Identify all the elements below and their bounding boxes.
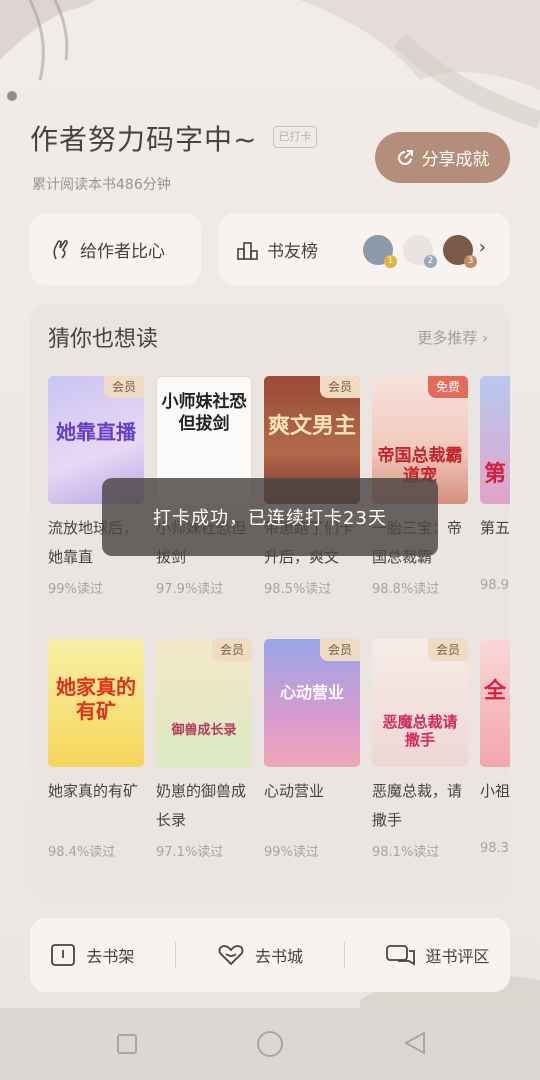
checkin-success-toast: 打卡成功，已连续打卡23天 (102, 478, 438, 556)
book-item[interactable]: 恶魔总裁请撒手 会员 恶魔总裁，请撒手 98.1%读过 (372, 639, 468, 860)
cover-title: 御兽成长录 (171, 723, 237, 738)
bookstore-label: 去书城 (254, 947, 303, 966)
book-title: 小祖了， (480, 782, 510, 800)
book-item[interactable]: 第 第五女生 98.9 (480, 376, 510, 593)
share-achievement-button[interactable]: 分享成就 (375, 132, 510, 183)
comments-label: 逛书评区 (425, 947, 490, 966)
checked-in-stamp: 已打卡 (273, 126, 317, 148)
read-percent: 99%读过 (48, 582, 103, 597)
book-title: 奶崽的御兽成长录 (156, 782, 247, 829)
avatar: 3 (443, 235, 477, 268)
recent-apps-icon[interactable] (117, 1034, 137, 1054)
go-bookshelf-button[interactable]: 去书架 (50, 943, 134, 967)
avatar: 2 (403, 235, 437, 268)
cover-title: 心动营业 (279, 683, 344, 702)
rank-number: 3 (464, 255, 477, 268)
read-percent: 97.9%读过 (156, 582, 224, 597)
vip-badge: 会员 (320, 376, 360, 398)
cover-title: 爽文男主 (267, 414, 356, 439)
read-percent: 98.4%读过 (48, 845, 116, 860)
vip-badge: 会员 (320, 639, 360, 661)
book-cover: 第 (480, 376, 510, 504)
rank-number: 1 (384, 255, 397, 268)
recommendation-panel: 猜你也想读 更多推荐 › 她靠直播 会员 流放地球后，她靠直 99%读过 小师妹… (30, 303, 510, 900)
ranking-label: 书友榜 (267, 242, 318, 262)
book-title: 她家真的有矿 (48, 782, 139, 800)
bookstore-heart-icon (218, 945, 244, 966)
book-cover: 全 (480, 639, 510, 767)
cover-title: 小师妹社恐但拔剑 (161, 392, 247, 434)
chevron-right-icon: › (478, 237, 486, 258)
cover-title: 第 (484, 462, 507, 487)
vip-badge: 会员 (428, 639, 468, 661)
back-icon[interactable] (402, 1030, 428, 1056)
book-cover: 她家真的有矿 (48, 639, 144, 767)
read-percent: 98.9 (480, 578, 509, 593)
comment-bubble-icon (385, 945, 415, 966)
rank-number: 2 (424, 255, 437, 268)
book-cover: 恶魔总裁请撒手 会员 (372, 639, 468, 767)
bottom-action-bar: 去书架 去书城 逛书评区 (30, 918, 510, 992)
chevron-right-icon: › (482, 329, 488, 347)
read-percent: 98.8%读过 (372, 582, 440, 597)
cover-title: 她家真的有矿 (56, 675, 136, 723)
read-percent: 97.1%读过 (156, 845, 224, 860)
book-item[interactable]: 全 小祖了， 98.3 (480, 639, 510, 856)
reader-ranking-button[interactable]: 书友榜 1 2 3 › (219, 213, 510, 285)
read-percent: 99%读过 (264, 845, 319, 860)
divider (175, 942, 177, 968)
avatar: 1 (363, 235, 397, 268)
bookshelf-icon (51, 944, 76, 966)
book-item[interactable]: 御兽成长录 会员 奶崽的御兽成长录 97.1%读过 (156, 639, 252, 860)
vip-badge: 会员 (104, 376, 144, 398)
heart-label: 给作者比心 (80, 241, 165, 262)
book-title: 恶魔总裁，请撒手 (372, 782, 463, 829)
system-navigation-bar (0, 1008, 540, 1080)
share-icon (397, 149, 413, 165)
go-bookstore-button[interactable]: 去书城 (217, 943, 303, 967)
home-icon[interactable] (256, 1030, 284, 1058)
book-cover: 御兽成长录 会员 (156, 639, 252, 767)
recommend-title: 猜你也想读 (48, 327, 159, 352)
page-title: 作者努力码字中~ (30, 123, 258, 156)
go-comments-button[interactable]: 逛书评区 (385, 943, 490, 967)
reading-time-subtitle: 累计阅读本书486分钟 (32, 177, 171, 193)
more-label: 更多推荐 (417, 329, 478, 347)
book-title: 第五女生 (480, 519, 510, 537)
book-title: 心动营业 (264, 782, 325, 800)
share-label: 分享成就 (421, 150, 490, 170)
ranking-podium-icon (237, 241, 258, 260)
book-cover: 心动营业 会员 (264, 639, 360, 767)
cover-title: 全 (484, 679, 507, 704)
book-item[interactable]: 她家真的有矿 她家真的有矿 98.4%读过 (48, 639, 144, 860)
cover-title: 恶魔总裁请撒手 (382, 713, 458, 749)
read-percent: 98.1%读过 (372, 845, 440, 860)
vip-badge: 会员 (212, 639, 252, 661)
divider (343, 942, 345, 968)
hand-heart-icon (53, 239, 68, 260)
read-percent: 98.5%读过 (264, 582, 332, 597)
read-percent: 98.3 (480, 841, 509, 856)
bookshelf-label: 去书架 (86, 947, 135, 966)
book-item[interactable]: 心动营业 会员 心动营业 99%读过 (264, 639, 360, 860)
cover-title: 她靠直播 (56, 420, 136, 444)
heart-author-button[interactable]: 给作者比心 (30, 213, 201, 285)
more-recommend-link[interactable]: 更多推荐 › (417, 327, 488, 348)
free-badge: 免费 (428, 376, 468, 398)
